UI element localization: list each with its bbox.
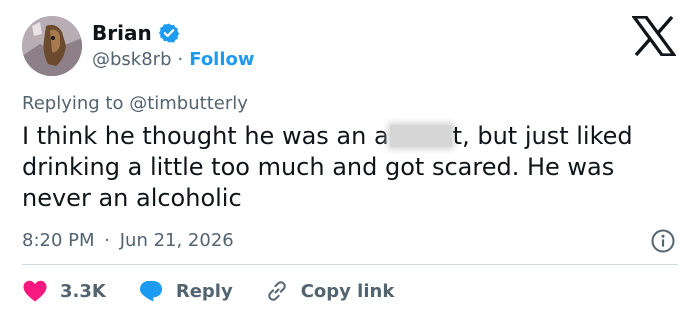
like-button[interactable]: 3.3K <box>22 279 106 303</box>
handle-separator: · <box>177 49 184 70</box>
copy-link-label: Copy link <box>300 280 395 302</box>
x-logo-icon[interactable] <box>630 15 678 57</box>
reply-button[interactable]: Reply <box>138 279 233 303</box>
reply-mention-link[interactable]: @timbutterly <box>129 93 248 114</box>
info-icon[interactable] <box>650 228 676 254</box>
reply-bubble-icon <box>139 281 162 302</box>
like-count: 3.3K <box>60 280 106 302</box>
avatar[interactable] <box>22 16 82 76</box>
redaction-blur <box>389 125 452 147</box>
copy-link-button[interactable]: Copy link <box>265 279 395 303</box>
tweet-text-part-1: I think he thought he was an a <box>22 122 389 150</box>
verified-badge-icon <box>158 22 180 44</box>
display-name[interactable]: Brian <box>92 20 152 46</box>
divider <box>22 264 678 265</box>
tweet-text: I think he thought he was an a t, but jus… <box>22 121 682 214</box>
handle-row: @bsk8rb · Follow <box>92 48 255 72</box>
replying-to-label: Replying to <box>22 93 124 114</box>
display-name-row[interactable]: Brian <box>92 20 180 46</box>
tweet-time[interactable]: 8:20 PM <box>22 230 95 251</box>
meta-separator: · <box>104 230 110 251</box>
action-bar: 3.3K Reply Copy link <box>22 276 426 306</box>
reply-label: Reply <box>175 280 233 302</box>
user-handle[interactable]: @bsk8rb <box>92 48 172 72</box>
tweet-date[interactable]: Jun 21, 2026 <box>120 230 234 251</box>
link-icon <box>267 281 286 301</box>
tweet-timestamp[interactable]: 8:20 PM · Jun 21, 2026 <box>22 229 234 253</box>
follow-button[interactable]: Follow <box>189 48 254 72</box>
heart-icon <box>23 280 47 302</box>
replying-to-line: Replying to @timbutterly <box>22 92 248 116</box>
avatar-photo <box>22 16 82 76</box>
